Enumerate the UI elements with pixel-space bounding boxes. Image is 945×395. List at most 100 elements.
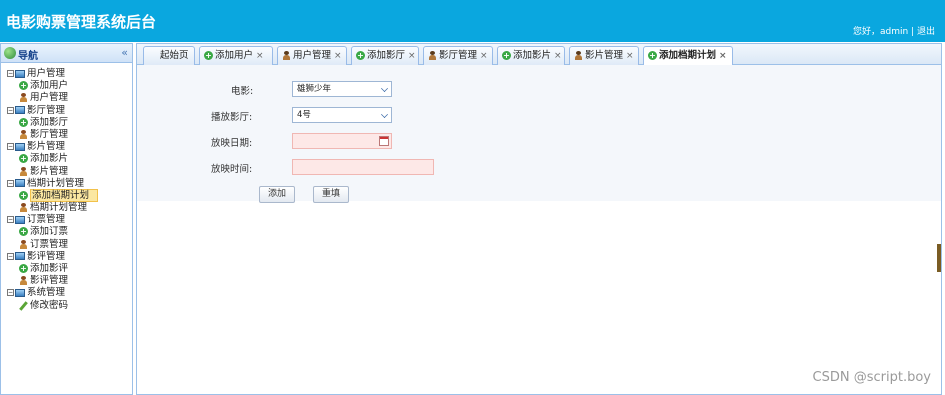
tab[interactable]: 影厅管理 ×: [423, 46, 493, 65]
close-icon[interactable]: ×: [334, 51, 342, 61]
main-panel: 起始页 + 添加用户 × 用户管理 × + 添加影厅 × 影厅管理 × + 添加影片 × 影片管理 × + 添加档…: [136, 43, 942, 395]
close-icon[interactable]: ×: [256, 51, 264, 61]
plus-icon: +: [19, 81, 28, 91]
nav-item[interactable]: 修改密码: [1, 300, 132, 312]
collapse-toggle-icon[interactable]: −: [7, 216, 14, 224]
nav-item[interactable]: 用户管理: [1, 92, 132, 104]
user-icon: [574, 51, 583, 60]
nav-group[interactable]: − 影评管理: [1, 251, 132, 263]
nav-item-label: 添加用户: [30, 80, 69, 92]
nav-item[interactable]: + 添加影厅: [1, 117, 132, 129]
close-icon[interactable]: ×: [626, 51, 634, 61]
date-input[interactable]: [292, 133, 392, 149]
watermark: CSDN @script.boy: [812, 370, 931, 385]
collapse-toggle-icon[interactable]: −: [7, 179, 14, 187]
nav-item-label: 订票管理: [30, 238, 69, 250]
tab-label: 起始页: [160, 50, 189, 61]
user-icon: [19, 129, 28, 139]
tab-label: 影片管理: [585, 50, 624, 61]
pencil-icon: [19, 301, 28, 310]
time-label: 放映时间:: [211, 164, 253, 175]
add-button[interactable]: 添加: [259, 186, 295, 203]
tab[interactable]: + 添加影片 ×: [497, 46, 565, 65]
tab[interactable]: + 添加用户 ×: [199, 46, 273, 65]
app-title: 电影购票管理系统后台: [6, 13, 157, 31]
date-label: 放映日期:: [211, 138, 253, 149]
plus-icon: +: [19, 190, 28, 200]
nav-item[interactable]: 影片管理: [1, 166, 132, 178]
nav-group[interactable]: − 用户管理: [1, 68, 132, 80]
movie-select-value: 雄狮少年: [297, 84, 332, 94]
monitor-icon: [15, 252, 25, 261]
nav-item-label: 影片管理: [30, 165, 69, 177]
user-bar: 您好，admin | 退出: [853, 24, 935, 37]
monitor-icon: [15, 288, 25, 297]
greeting-text: 您好，admin: [852, 27, 909, 37]
nav-header: 导航 «: [1, 44, 132, 63]
nav-group[interactable]: − 系统管理: [1, 287, 132, 299]
collapse-toggle-icon[interactable]: −: [7, 289, 14, 297]
nav-item[interactable]: + 添加档期计划: [1, 188, 132, 202]
nav-group-label: 档期计划管理: [27, 177, 85, 189]
nav-group-label: 用户管理: [27, 68, 66, 79]
tab-label: 添加影片: [513, 50, 552, 61]
time-input[interactable]: [292, 159, 434, 175]
collapse-toggle-icon[interactable]: −: [7, 143, 14, 151]
user-icon: [19, 239, 28, 249]
logout-link[interactable]: 退出: [917, 27, 935, 37]
tab-label: 添加档期计划: [659, 50, 717, 61]
nav-group[interactable]: − 影片管理: [1, 141, 132, 153]
nav-panel: 导航 « − 用户管理 + 添加用户 用户管理 − 影厅管理 + 添加影厅 影厅管理 − 影片管理 + 添…: [0, 43, 133, 395]
plus-icon: +: [648, 51, 657, 60]
nav-group[interactable]: − 订票管理: [1, 214, 132, 226]
separator: |: [911, 27, 915, 37]
collapse-icon[interactable]: «: [121, 46, 128, 59]
movie-select[interactable]: 雄狮少年: [292, 81, 392, 97]
nav-item-label: 档期计划管理: [30, 202, 88, 214]
plus-icon: +: [204, 51, 213, 60]
nav-item[interactable]: 影厅管理: [1, 129, 132, 141]
nav-group[interactable]: − 影厅管理: [1, 105, 132, 117]
collapse-toggle-icon[interactable]: −: [7, 106, 14, 114]
close-icon[interactable]: ×: [719, 51, 727, 61]
chevron-down-icon: [381, 85, 388, 92]
hall-select[interactable]: 4号: [292, 107, 392, 123]
nav-item[interactable]: 档期计划管理: [1, 202, 132, 214]
calendar-icon[interactable]: [379, 136, 389, 146]
tab[interactable]: + 添加影厅 ×: [351, 46, 419, 65]
nav-item-label: 添加档期计划: [30, 188, 99, 202]
reset-button[interactable]: 重填: [313, 186, 349, 203]
nav-item[interactable]: 订票管理: [1, 239, 132, 251]
tab[interactable]: 用户管理 ×: [277, 46, 347, 65]
close-icon[interactable]: ×: [554, 51, 562, 61]
close-icon[interactable]: ×: [408, 51, 416, 61]
user-icon: [19, 166, 28, 176]
nav-item[interactable]: + 添加用户: [1, 80, 132, 92]
plus-icon: +: [502, 51, 511, 60]
monitor-icon: [15, 215, 25, 224]
movie-label: 电影:: [231, 86, 254, 97]
plus-icon: +: [19, 154, 28, 164]
nav-item[interactable]: 影评管理: [1, 275, 132, 287]
monitor-icon: [15, 179, 25, 188]
tab-label: 添加影厅: [367, 50, 406, 61]
nav-item-label: 用户管理: [30, 92, 69, 104]
close-icon[interactable]: ×: [480, 51, 488, 61]
monitor-icon: [15, 106, 25, 115]
nav-item[interactable]: + 添加影评: [1, 263, 132, 275]
tab[interactable]: + 添加档期计划 ×: [643, 46, 733, 66]
collapse-toggle-icon[interactable]: −: [7, 70, 14, 77]
plus-icon: +: [19, 117, 28, 127]
nav-item-label: 影厅管理: [30, 128, 69, 140]
nav-item[interactable]: + 添加订票: [1, 226, 132, 238]
tab[interactable]: 起始页: [143, 46, 195, 65]
hall-label: 播放影厅:: [211, 112, 253, 123]
nav-group-label: 系统管理: [27, 287, 66, 299]
monitor-icon: [15, 142, 25, 151]
tab[interactable]: 影片管理 ×: [569, 46, 639, 65]
nav-item[interactable]: + 添加影片: [1, 153, 132, 165]
nav-item-label: 添加影评: [30, 263, 69, 274]
tab-bar: 起始页 + 添加用户 × 用户管理 × + 添加影厅 × 影厅管理 × + 添加影片 × 影片管理 × + 添加档…: [137, 44, 941, 66]
collapse-toggle-icon[interactable]: −: [7, 252, 14, 260]
scrollbar-thumb[interactable]: [937, 244, 941, 272]
